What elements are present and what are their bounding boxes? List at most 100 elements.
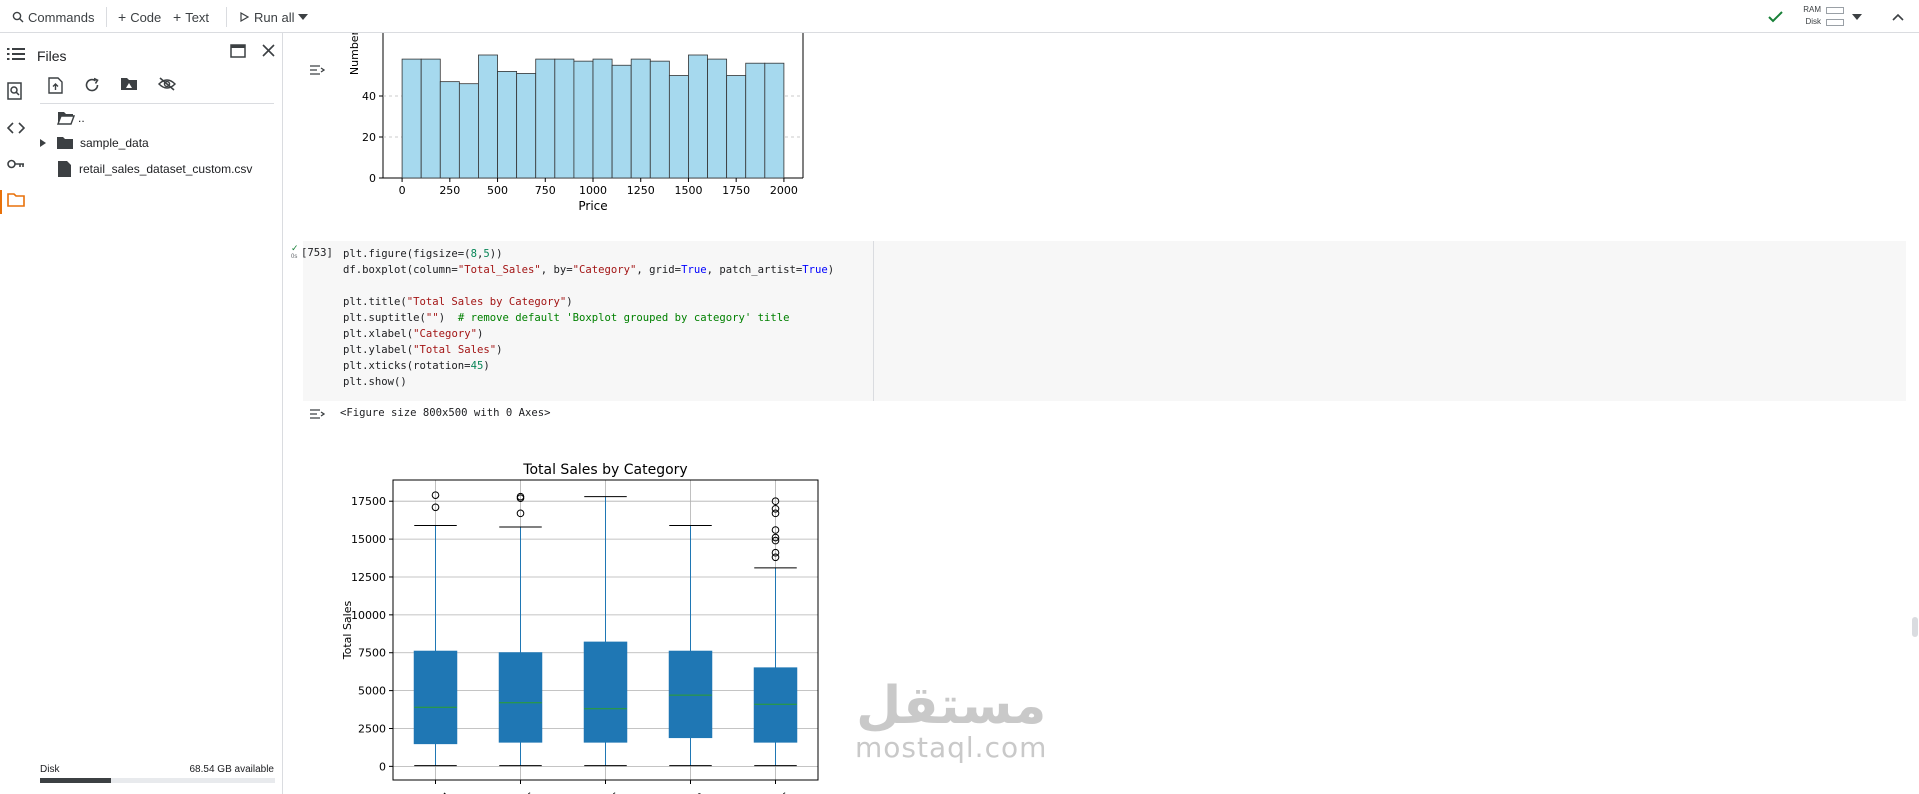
secrets-button[interactable] — [7, 157, 27, 177]
hist-bar — [516, 73, 537, 179]
ram-bar — [1826, 6, 1844, 14]
panel-divider — [40, 103, 274, 104]
code-token: ) — [566, 296, 573, 308]
close-panel-button[interactable] — [262, 44, 275, 62]
connected-status[interactable] — [1768, 6, 1783, 28]
code-token: "Category" — [413, 328, 477, 340]
scrollbar-thumb[interactable] — [1912, 617, 1918, 637]
resource-dropdown[interactable] — [1852, 6, 1862, 28]
code-token: )) — [489, 248, 503, 260]
code-line: plt.title("Total Sales by Category") — [343, 294, 834, 310]
caret-right-icon — [40, 139, 46, 147]
resource-meter[interactable]: RAM Disk — [1795, 4, 1844, 28]
list-icon — [7, 48, 25, 60]
output-actions-button[interactable] — [309, 63, 326, 81]
add-code-button[interactable]: + Code — [118, 6, 161, 28]
active-indicator — [0, 190, 2, 214]
refresh-button[interactable] — [84, 77, 104, 97]
code-token: plt.xticks(rotation= — [343, 360, 471, 372]
box-iqr — [583, 641, 628, 743]
x-tick-label: ceries — [589, 789, 622, 794]
open-in-tab-button[interactable] — [230, 44, 246, 63]
x-tick-label: Sports — [757, 789, 791, 794]
code-token: "Total_Sales" — [457, 264, 541, 276]
code-editor[interactable]: plt.figure(figsize=(8,5)) df.boxplot(colu… — [343, 246, 834, 390]
hist-ytick-label: 40 — [362, 90, 376, 103]
upload-button[interactable] — [48, 77, 68, 97]
y-tick-label: 2500 — [358, 722, 386, 735]
code-token: plt.title( — [343, 296, 407, 308]
run-all-label: Run all — [254, 9, 295, 25]
mount-drive-button[interactable] — [120, 77, 140, 97]
close-icon — [262, 44, 275, 57]
y-tick-label: 7500 — [358, 647, 386, 660]
run-all-button[interactable]: Run all — [240, 6, 294, 28]
code-line: plt.xticks(rotation=45) — [343, 358, 834, 374]
y-tick-label: 5000 — [358, 685, 386, 698]
file-icon — [58, 161, 71, 177]
folder-icon — [57, 137, 73, 149]
output-actions-button[interactable] — [309, 407, 326, 425]
disk-available: 68.54 GB available — [189, 764, 274, 775]
files-panel: Files .. sample_data retail_sales_datase… — [34, 33, 283, 794]
code-token: True — [802, 264, 828, 276]
notebook-toolbar: Commands + Code + Text Run all RAM Disk — [0, 0, 1919, 33]
ram-label: RAM — [1803, 5, 1821, 14]
y-tick-label: 10000 — [351, 609, 386, 622]
commands-label: Commands — [28, 9, 95, 25]
box-iqr — [753, 667, 798, 743]
output-menu-icon — [310, 65, 326, 75]
toggle-hidden-button[interactable] — [157, 77, 178, 97]
tree-item-sample-data[interactable]: sample_data — [40, 136, 149, 150]
hist-ytick-label: 20 — [362, 131, 376, 144]
x-tick-label: itchen — [673, 789, 706, 794]
hist-xtick-label: 500 — [487, 184, 508, 197]
hist-bar — [401, 58, 422, 179]
hist-bar — [764, 62, 785, 179]
code-token: , grid= — [636, 264, 682, 276]
find-replace-button[interactable] — [7, 82, 27, 102]
hist-bar — [592, 58, 613, 179]
toc-button[interactable] — [7, 47, 27, 67]
code-snippets-button[interactable] — [6, 121, 27, 141]
tree-item-parent[interactable]: .. — [57, 111, 85, 125]
folder-open-icon — [57, 112, 75, 125]
commands-button[interactable]: Commands — [12, 6, 94, 28]
disk-meter-bar — [1826, 18, 1844, 26]
hist-bar — [458, 83, 479, 179]
code-token: True — [681, 264, 707, 276]
boxplot-title: Total Sales by Category — [522, 462, 687, 478]
hist-bar — [554, 58, 575, 179]
exec-time: 0s — [291, 254, 298, 260]
code-token: ) — [476, 328, 484, 340]
code-token: plt.ylabel( — [343, 344, 414, 356]
hist-bar — [649, 60, 670, 179]
hist-bar — [630, 58, 651, 179]
parent-label: .. — [78, 111, 85, 125]
hist-bar — [668, 75, 689, 179]
code-line: plt.figure(figsize=(8,5)) — [343, 246, 834, 262]
files-button[interactable] — [7, 193, 27, 213]
tree-item-csv-file[interactable]: retail_sales_dataset_custom.csv — [58, 161, 252, 177]
code-token: 45 — [470, 360, 484, 372]
add-text-button[interactable]: + Text — [173, 6, 209, 28]
hist-bar — [478, 54, 498, 179]
hist-xtick-label: 0 — [399, 184, 406, 197]
code-token: , patch_artist= — [706, 264, 803, 276]
run-options-dropdown[interactable] — [298, 6, 308, 28]
disk-label: Disk — [1805, 17, 1821, 26]
code-brackets-icon — [6, 122, 26, 134]
hist-bar — [611, 64, 632, 179]
code-line: plt.xlabel("Category") — [343, 326, 834, 342]
hist-xlabel: Price — [578, 199, 607, 213]
hist-bar — [535, 58, 556, 179]
code-token: "Category" — [572, 264, 637, 276]
code-token: ) — [496, 344, 503, 356]
box-iqr — [498, 652, 543, 743]
upload-file-icon — [48, 77, 63, 94]
collapse-toolbar-button[interactable] — [1892, 6, 1904, 28]
code-token: # remove default 'Boxplot grouped by cat… — [457, 312, 790, 324]
open-window-icon — [230, 44, 246, 58]
code-cell[interactable]: ✓ 0s [753] plt.figure(figsize=(8,5)) df.b… — [291, 241, 1906, 401]
x-tick-label: othing — [418, 789, 452, 794]
